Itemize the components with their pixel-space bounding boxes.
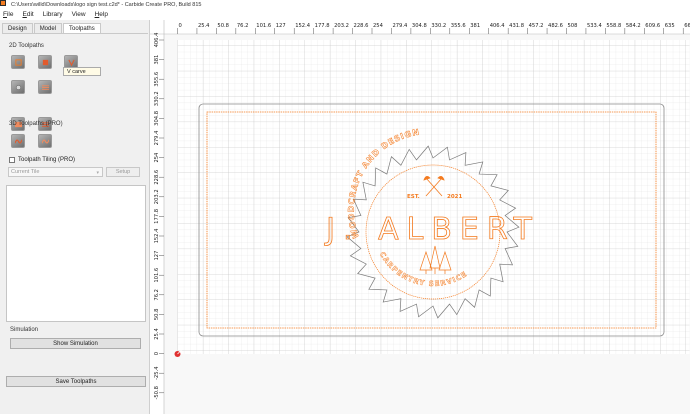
y-ruler-label: 50.8 bbox=[154, 309, 160, 321]
y-ruler-label: 203.2 bbox=[154, 189, 160, 204]
contour-icon bbox=[15, 59, 22, 66]
x-ruler-label: 635 bbox=[665, 23, 675, 29]
show-simulation-button[interactable]: Show Simulation bbox=[10, 338, 141, 349]
canvas-svg[interactable]: 0 25.4 50.8 76.2 101.6 127 152.4 177.8 203.2 228.… bbox=[150, 20, 690, 414]
y-ruler-label: 254 bbox=[154, 152, 160, 163]
name-text[interactable]: J. ALBERT bbox=[324, 212, 540, 248]
origin-marker bbox=[174, 349, 182, 357]
vcarve-icon bbox=[68, 59, 75, 66]
x-ruler-label: 127 bbox=[276, 23, 286, 29]
x-ruler-label: 457.2 bbox=[529, 23, 544, 29]
drill-icon bbox=[16, 85, 21, 90]
x-ruler-label: 381 bbox=[470, 23, 480, 29]
x-ruler-label: 406.4 bbox=[490, 23, 506, 29]
x-ruler-label: 304.8 bbox=[412, 23, 427, 29]
x-ruler-label: 533.4 bbox=[587, 23, 603, 29]
section-3d-toolpaths: 3D Toolpaths (PRO) bbox=[9, 121, 63, 127]
y-ruler-label: 76.2 bbox=[154, 289, 160, 301]
x-ruler-label: 203.2 bbox=[334, 23, 349, 29]
x-ruler-label: 76.2 bbox=[237, 23, 249, 29]
pocket-icon bbox=[42, 59, 49, 66]
x-ruler-label: 482.6 bbox=[548, 23, 563, 29]
toolpath-tiling-checkbox[interactable] bbox=[9, 157, 15, 163]
simulation-label: Simulation bbox=[10, 327, 39, 333]
x-ruler-label: 609.6 bbox=[645, 23, 660, 29]
window-title: C:\Users\willd\Downloads\logo sign test.… bbox=[11, 1, 202, 8]
section-2d-toolpaths: 2D Toolpaths bbox=[9, 43, 44, 49]
contour-toolpath-button[interactable] bbox=[11, 55, 25, 69]
y-ruler-label: -25.4 bbox=[154, 366, 160, 380]
rough-3d-icon bbox=[15, 139, 22, 144]
left-panel: Design Model Toolpaths 2D Toolpaths V ca… bbox=[0, 20, 150, 414]
menu-edit[interactable]: Edit bbox=[23, 11, 34, 18]
x-ruler-label: 330.2 bbox=[431, 23, 446, 29]
finish-3d-toolpath-button[interactable] bbox=[38, 134, 52, 148]
y-ruler-label: 355.6 bbox=[154, 72, 160, 87]
menu-view[interactable]: View bbox=[72, 11, 86, 18]
x-ruler-label: 50.8 bbox=[217, 23, 229, 29]
tiling-setup-button[interactable]: Setup bbox=[106, 167, 140, 177]
y-ruler-label: -50.8 bbox=[154, 386, 160, 399]
y-ruler-label: 228.6 bbox=[154, 170, 160, 185]
est-text[interactable]: EST. bbox=[407, 194, 420, 200]
y-ruler-label: 25.4 bbox=[154, 328, 160, 340]
x-ruler-label: 508 bbox=[568, 23, 578, 29]
y-ruler-label: 177.8 bbox=[154, 209, 160, 224]
y-ruler-label: 152.4 bbox=[154, 228, 160, 244]
app-icon bbox=[0, 0, 8, 8]
toolpath-tiling-row[interactable]: Toolpath Tiling (PRO) bbox=[9, 157, 75, 163]
y-ruler-label: 381 bbox=[154, 55, 160, 65]
x-ruler-label: 584.2 bbox=[626, 23, 641, 29]
y-ruler-label: 127 bbox=[154, 251, 160, 261]
x-ruler-label: 152.4 bbox=[295, 23, 311, 29]
y-ruler-label: 279.4 bbox=[154, 130, 160, 146]
x-ruler-label: 25.4 bbox=[198, 23, 210, 29]
x-ruler-label: 558.8 bbox=[606, 23, 621, 29]
design-canvas[interactable]: 0 25.4 50.8 76.2 101.6 127 152.4 177.8 203.2 228.… bbox=[150, 20, 690, 414]
menu-library[interactable]: Library bbox=[43, 11, 63, 18]
tab-model[interactable]: Model bbox=[33, 23, 63, 33]
x-ruler-label: 254 bbox=[373, 23, 384, 29]
toolpath-tiling-label: Toolpath Tiling (PRO) bbox=[18, 157, 76, 163]
tab-bar: Design Model Toolpaths bbox=[2, 23, 102, 34]
menu-bar: File Edit Library View Help bbox=[0, 9, 690, 19]
tab-divider bbox=[2, 33, 148, 34]
x-ruler-label: 279.4 bbox=[392, 23, 408, 29]
toolpath-list[interactable] bbox=[6, 185, 146, 322]
x-ruler-label: 431.8 bbox=[509, 23, 524, 29]
title-bar: C:\Users\willd\Downloads\logo sign test.… bbox=[0, 0, 690, 9]
finish-3d-icon bbox=[42, 139, 49, 144]
x-ruler-label: 228.6 bbox=[354, 23, 369, 29]
tab-design[interactable]: Design bbox=[2, 23, 33, 33]
save-toolpaths-button[interactable]: Save Toolpaths bbox=[6, 376, 146, 387]
tile-select[interactable]: Current Tile ▾ bbox=[8, 167, 103, 177]
x-ruler-label: 355.6 bbox=[451, 23, 466, 29]
tile-select-value: Current Tile bbox=[11, 169, 40, 175]
vcarve-tooltip: V carve bbox=[63, 67, 101, 76]
texture-icon bbox=[42, 85, 49, 90]
pocket-toolpath-button[interactable] bbox=[38, 55, 52, 69]
drill-toolpath-button[interactable] bbox=[11, 80, 25, 94]
year-text[interactable]: 2021 bbox=[447, 194, 462, 200]
x-ruler-label: 101.6 bbox=[256, 23, 271, 29]
x-ruler-label: 660 bbox=[684, 23, 690, 29]
chevron-down-icon: ▾ bbox=[96, 170, 99, 176]
x-ruler-label: 177.8 bbox=[315, 23, 330, 29]
y-ruler-label: 304.8 bbox=[154, 111, 160, 126]
rough-3d-toolpath-button[interactable] bbox=[11, 134, 25, 148]
y-ruler-label: 0 bbox=[154, 352, 160, 355]
texture-toolpath-button[interactable] bbox=[38, 80, 52, 94]
y-ruler-label: 101.6 bbox=[154, 268, 160, 283]
menu-file[interactable]: File bbox=[3, 11, 14, 18]
y-ruler-label: 330.2 bbox=[154, 91, 160, 106]
menu-help[interactable]: Help bbox=[95, 11, 108, 18]
y-ruler-label: 406.4 bbox=[154, 32, 160, 48]
x-ruler-label: 0 bbox=[179, 23, 182, 29]
